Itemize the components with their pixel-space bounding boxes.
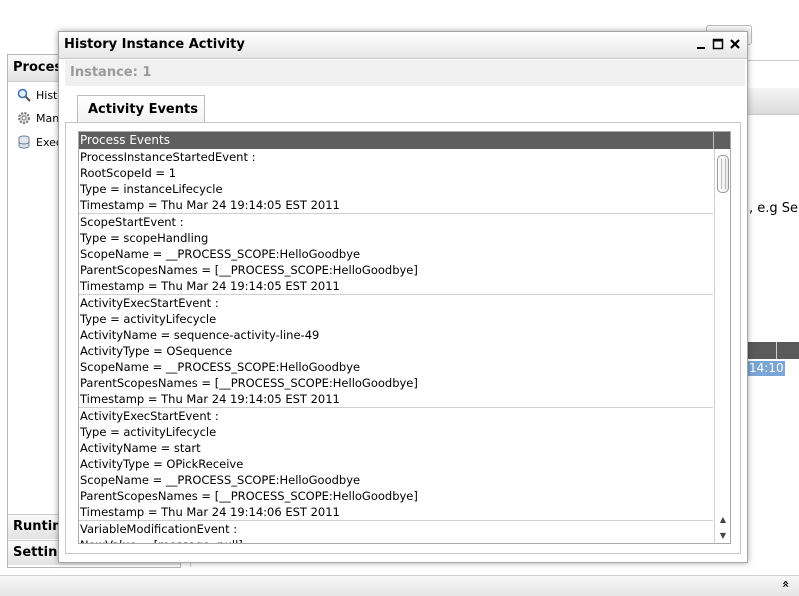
events-list: ProcessInstanceStartedEvent : RootScopeId… xyxy=(79,149,713,543)
events-scrollbar[interactable]: ▲ ▼ xyxy=(714,149,730,543)
event-field-line: Timestamp = Thu Mar 24 19:14:06 EST 2011 xyxy=(80,505,340,519)
tab-label: Activity Events xyxy=(88,102,198,117)
history-instance-dialog: History Instance Activity Instance: 1 Ac… xyxy=(58,31,748,563)
minimize-icon[interactable] xyxy=(693,36,709,52)
event-row[interactable]: ScopeStartEvent : Type = scopeHandling Sco… xyxy=(79,214,713,295)
event-field-line: ScopeName = __PROCESS_SCOPE:HelloGoodbye xyxy=(80,473,361,487)
event-field-line: Timestamp = Thu Mar 24 19:14:05 EST 2011 xyxy=(80,392,340,406)
event-field-line: RootScopeId = 1 xyxy=(80,166,177,180)
event-field-line: ParentScopesNames = [__PROCESS_SCOPE:Hel… xyxy=(80,376,418,390)
instance-bar: Instance: 1 xyxy=(65,60,745,86)
scroll-down-icon[interactable]: ▼ xyxy=(717,529,729,542)
event-type-line: ActivityExecStartEvent : xyxy=(80,296,219,310)
close-icon[interactable] xyxy=(727,36,743,52)
right-hint-text: , e.g Se xyxy=(749,201,799,216)
event-field-line: Timestamp = Thu Mar 24 19:14:05 EST 2011 xyxy=(80,198,340,212)
nav-item-label: Man xyxy=(36,111,60,125)
database-icon xyxy=(16,134,32,150)
event-field-line: Type = activityLifecycle xyxy=(80,425,217,439)
event-field-line: Timestamp = Thu Mar 24 19:14:05 EST 2011 xyxy=(80,279,340,293)
event-row[interactable]: ProcessInstanceStartedEvent : RootScopeId… xyxy=(79,149,713,214)
event-row[interactable]: ActivityExecStartEvent : Type = activityL… xyxy=(79,408,713,521)
event-type-line: ScopeStartEvent : xyxy=(80,215,184,229)
right-toolbar xyxy=(746,88,799,115)
event-type-line: ProcessInstanceStartedEvent : xyxy=(80,150,256,164)
event-field-line: NewValue = [message: null] xyxy=(80,537,712,543)
event-field-line: Type = instanceLifecycle xyxy=(80,182,223,196)
left-panel-title: Proces xyxy=(13,60,63,75)
events-header-label: Process Events xyxy=(80,133,170,147)
maximize-icon[interactable] xyxy=(710,36,726,52)
right-table-cell-selected[interactable]: 14:10 xyxy=(748,361,785,376)
gear-icon xyxy=(16,110,32,126)
nav-item-manage[interactable]: Man xyxy=(16,108,59,128)
instance-label: Instance: 1 xyxy=(70,65,152,80)
nav-item-execution[interactable]: Exec xyxy=(16,132,62,152)
event-type-line: VariableModificationEvent : xyxy=(80,522,238,536)
dialog-titlebar[interactable]: History Instance Activity xyxy=(59,32,747,59)
event-field-line: ActivityName = sequence-activity-line-49 xyxy=(80,328,320,342)
event-field-line: ParentScopesNames = [__PROCESS_SCOPE:Hel… xyxy=(80,263,418,277)
nav-item-history[interactable]: Histo xyxy=(16,85,64,105)
magnifier-icon xyxy=(16,87,32,103)
bottom-bar xyxy=(0,575,799,596)
events-header: Process Events xyxy=(79,132,730,149)
scroll-up-icon[interactable]: ▲ xyxy=(717,513,729,526)
event-field-line: ScopeName = __PROCESS_SCOPE:HelloGoodbye xyxy=(80,247,361,261)
collapse-up-icon[interactable]: « xyxy=(779,580,793,588)
scroll-thumb[interactable] xyxy=(717,155,729,193)
tab-panel: Process Events ProcessInstanceStartedEve… xyxy=(65,122,741,554)
event-type-line: ActivityExecStartEvent : xyxy=(80,409,219,423)
event-field-line: ActivityType = OPickReceive xyxy=(80,457,244,471)
event-row[interactable]: ActivityExecStartEvent : Type = activityL… xyxy=(79,295,713,408)
tab-activity-events[interactable]: Activity Events xyxy=(77,95,205,123)
event-field-line: Type = scopeHandling xyxy=(80,231,209,245)
process-events-table: Process Events ProcessInstanceStartedEve… xyxy=(78,131,731,544)
event-field-line: ActivityName = start xyxy=(80,441,201,455)
event-field-line: ParentScopesNames = [__PROCESS_SCOPE:Hel… xyxy=(80,489,418,503)
event-field-line: Type = activityLifecycle xyxy=(80,312,217,326)
right-table-header xyxy=(746,342,799,359)
event-field-line: ScopeName = __PROCESS_SCOPE:HelloGoodbye xyxy=(80,360,361,374)
dialog-title: History Instance Activity xyxy=(64,37,245,52)
event-field-line: ActivityType = OSequence xyxy=(80,344,233,358)
event-row[interactable]: VariableModificationEvent :NewValue = [m… xyxy=(79,521,713,543)
